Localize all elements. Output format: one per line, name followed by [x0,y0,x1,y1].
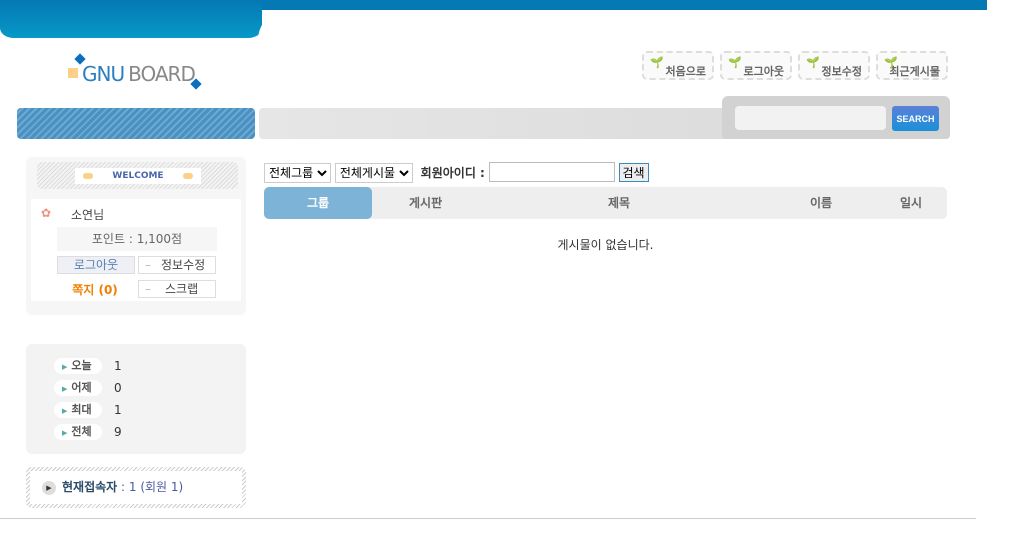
points-display: 포인트 : 1,100점 [57,227,217,251]
empty-message: 게시물이 없습니다. [557,238,654,252]
edit-info-label: 정보수정 [161,258,206,272]
column-group: 그룹 [264,187,372,219]
logout-button[interactable]: 로그아웃 [57,256,135,274]
scrap-label: 스크랩 [165,282,199,296]
stat-label: 오늘 [71,359,92,372]
flower-icon: ✿ [41,206,52,220]
member-search-button[interactable]: 검색 [618,162,649,182]
edit-info-button[interactable]: – 정보수정 [138,256,216,274]
stat-label: 전체 [71,425,92,438]
stat-today-value: 1 [114,359,122,373]
welcome-box: WELCOME ✿ 소연님 포인트 : 1,100점 로그아웃 – 정보수정 쪽지… [26,157,246,315]
user-name: 소연님 [71,208,105,222]
welcome-header: WELCOME [37,162,238,189]
stat-max-value: 1 [114,403,122,417]
nav-label: 처음으로 [665,65,706,78]
stat-today-label: ▶ 오늘 [54,358,102,374]
search-input[interactable] [735,106,886,130]
current-users[interactable]: ▶ 현재접속자 : 1 (회원 1) [30,471,242,504]
visitor-stats: ▶ 오늘 1 ▶ 어제 0 ▶ 최대 1 ▶ 전체 9 [26,344,246,454]
column-name: 이름 [810,196,833,210]
current-users-count: : 1 (회원 1) [121,480,184,494]
current-users-label: 현재접속자 [62,480,118,494]
nav-home-button[interactable]: 🌱 처음으로 [642,51,714,80]
current-users-box[interactable]: ▶ 현재접속자 : 1 (회원 1) [26,467,246,508]
filter-bar: 전체그룹 전체게시물 회원아이디 : 검색 [264,162,649,183]
stat-max-label: ▶ 최대 [54,402,102,418]
nav-recent-posts-button[interactable]: 🌱 최근게시물 [876,51,948,80]
column-date: 일시 [900,196,923,210]
stat-total-value: 9 [114,425,122,439]
board-select[interactable]: 전체게시물 [334,162,413,183]
member-id-label: 회원아이디 : [420,165,485,180]
logo-text-gnu: GNU [82,62,125,86]
search-button[interactable]: SEARCH [892,106,939,131]
footer-divider [0,518,976,519]
arrow-right-icon: ▶ [62,385,68,393]
sprout-icon: 🌱 [806,56,820,69]
column-board: 게시판 [409,196,443,210]
sprout-icon: 🌱 [650,56,664,69]
group-select[interactable]: 전체그룹 [264,162,331,183]
nav-label: 로그아웃 [743,65,784,78]
nav-label: 정보수정 [821,65,862,78]
arrow-right-icon: ▶ [62,407,68,415]
arrow-right-icon: ▶ [62,363,68,371]
points-value: 1,100점 [136,232,183,246]
stat-label: 어제 [71,381,92,394]
play-icon: ▶ [42,480,56,495]
sprout-icon: 🌱 [728,56,742,69]
stat-yesterday-label: ▶ 어제 [54,380,102,396]
points-label: 포인트 : [91,232,133,246]
table-header: 그룹 게시판 제목 이름 일시 [264,187,947,219]
column-title: 제목 [608,196,631,210]
welcome-title: WELCOME [75,168,201,184]
top-tab-decoration [0,0,262,38]
logo-text-board: BOARD [128,62,196,86]
stat-total-label: ▶ 전체 [54,424,102,440]
scrap-button[interactable]: – 스크랩 [138,280,216,298]
stat-label: 최대 [71,403,92,416]
welcome-body: ✿ 소연님 포인트 : 1,100점 로그아웃 – 정보수정 쪽지 (0) – 스크… [31,199,241,301]
nav-logout-button[interactable]: 🌱 로그아웃 [720,51,792,80]
arrow-right-icon: ▶ [62,429,68,437]
stat-yesterday-value: 0 [114,381,122,395]
top-curve-decoration [258,10,298,40]
member-id-input[interactable] [488,162,615,182]
sprout-icon: 🌱 [884,56,898,69]
menu-bar-left [17,108,255,139]
gnuboard-logo[interactable]: GNU BOARD [66,50,211,95]
nav-edit-info-button[interactable]: 🌱 정보수정 [798,51,870,80]
memo-link[interactable]: 쪽지 (0) [57,281,133,298]
logo-square-icon [68,68,78,78]
